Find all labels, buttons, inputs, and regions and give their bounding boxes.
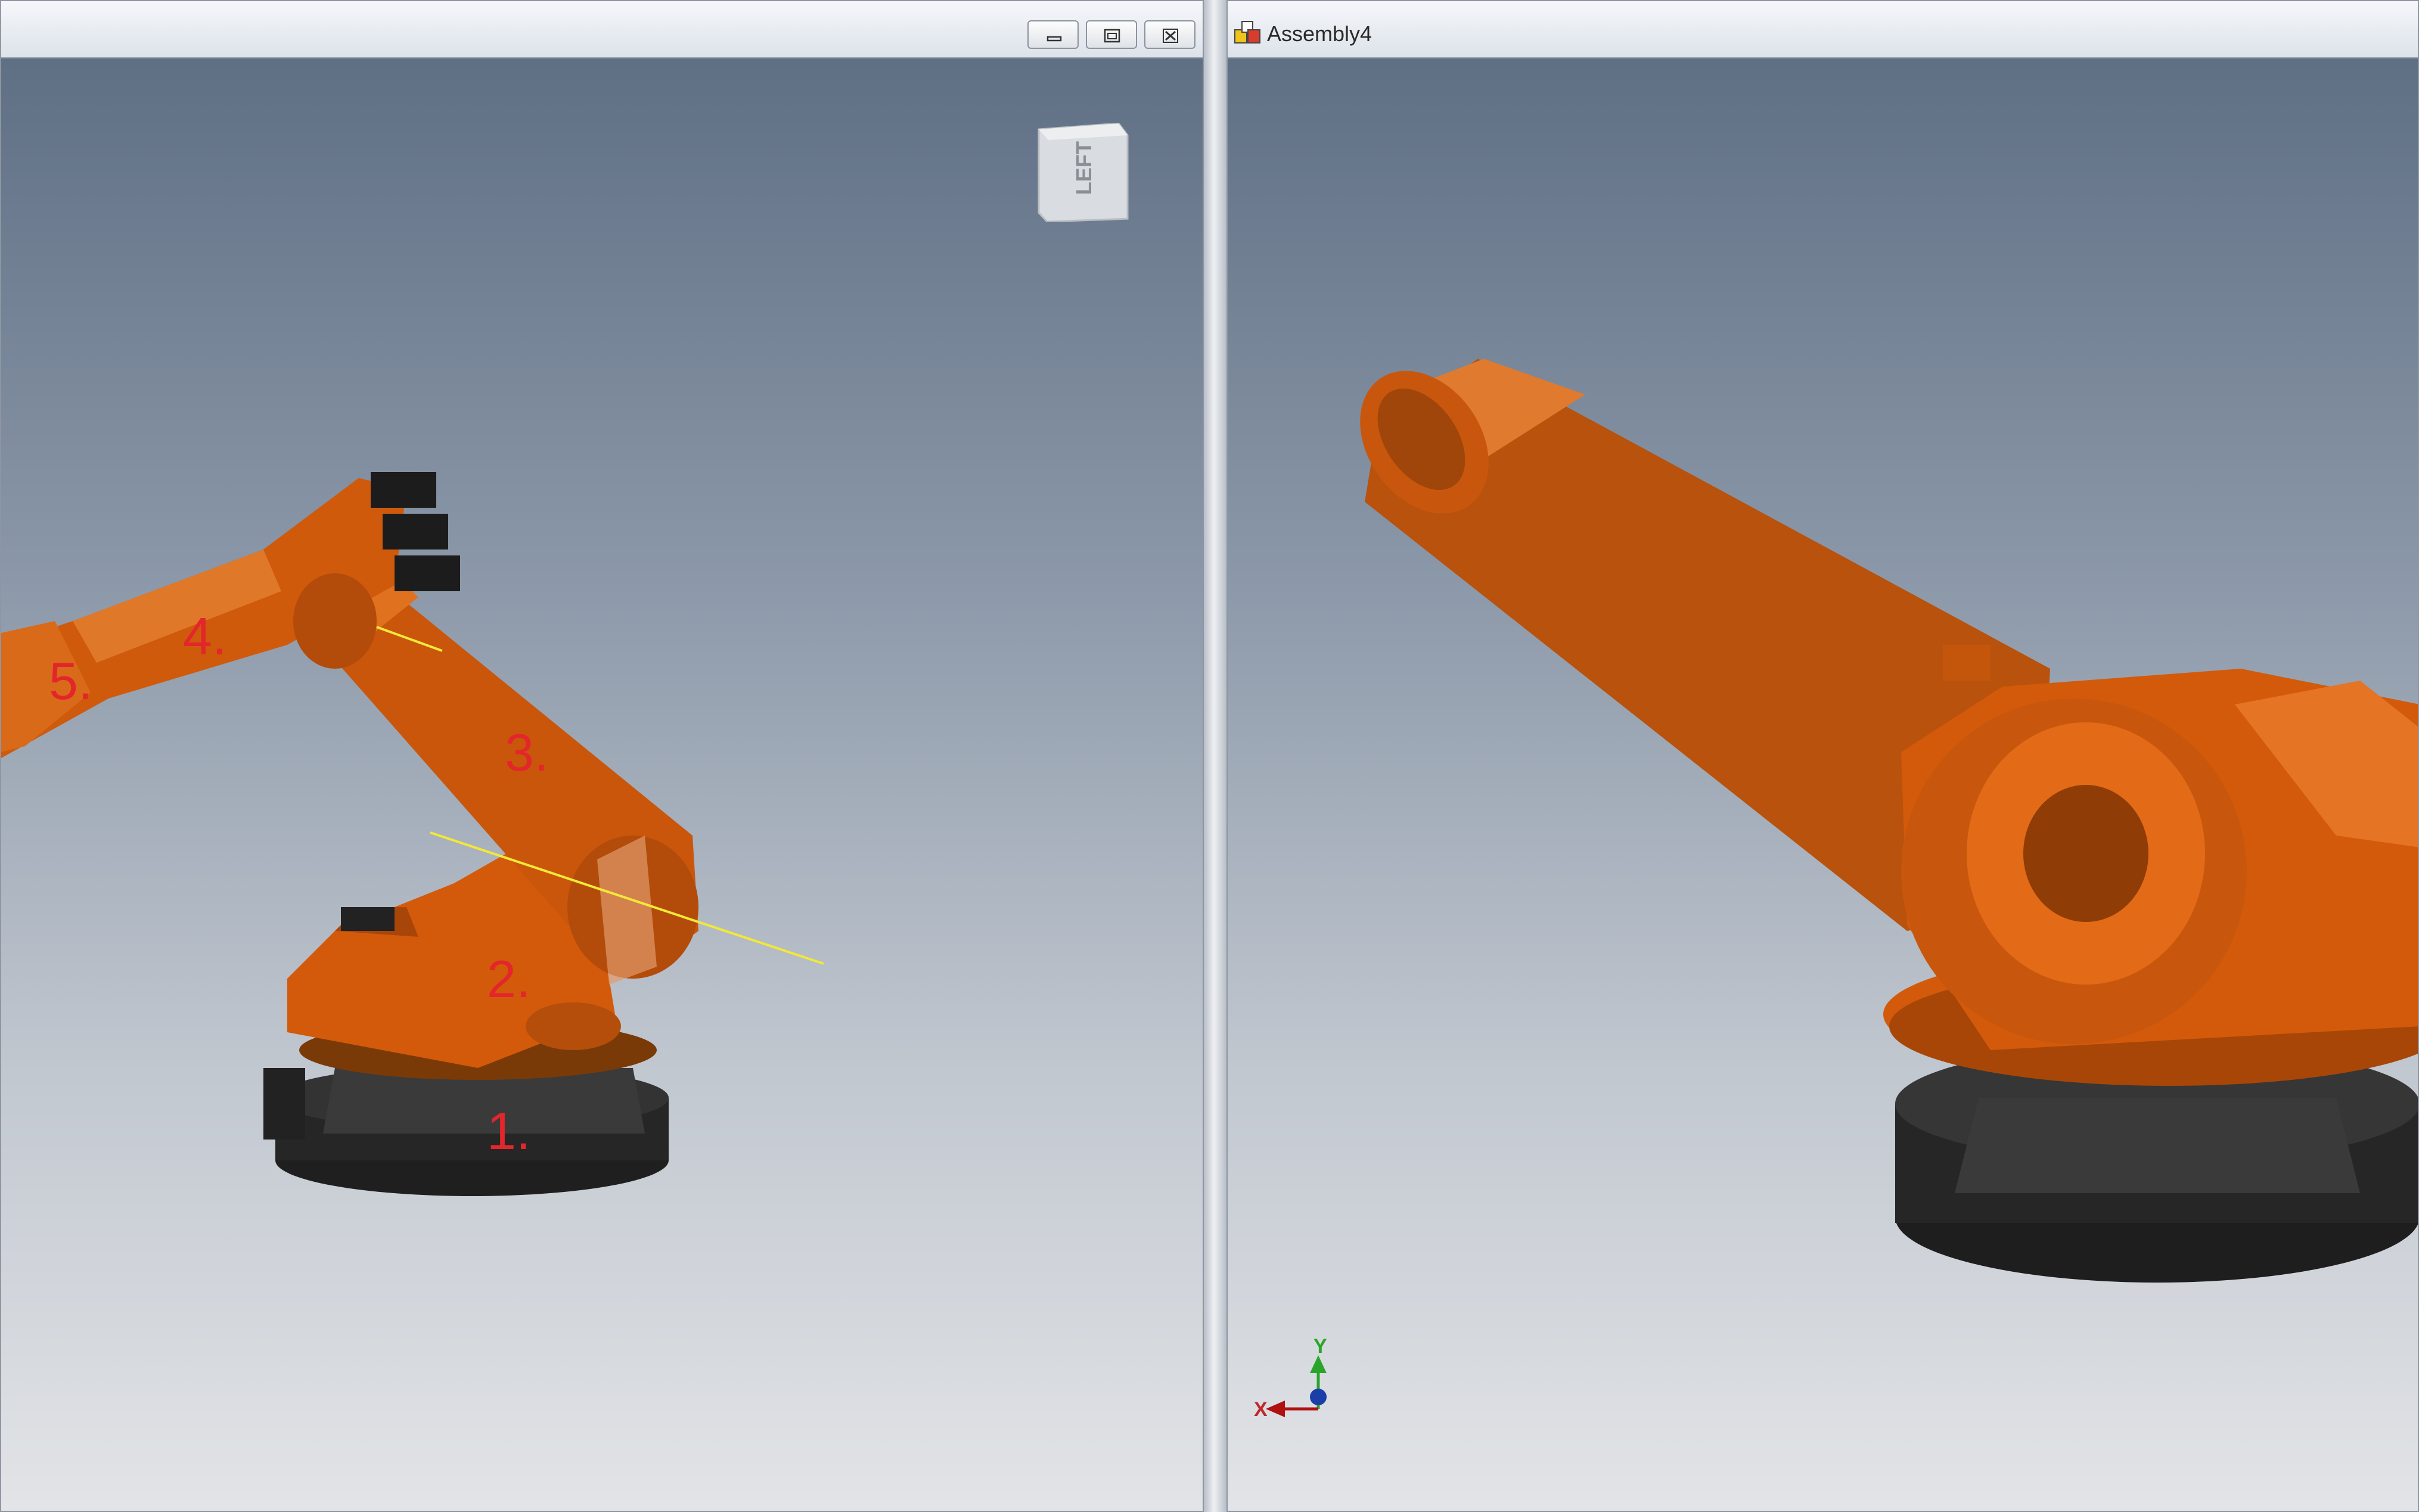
callout-5: 5. (49, 651, 93, 710)
callout-3: 3. (505, 723, 549, 782)
triad-x-label: X (1254, 1398, 1268, 1421)
left-robot-model[interactable] (1, 1, 1204, 1512)
callout-4: 4. (183, 607, 227, 666)
triad-y-label: Y (1313, 1335, 1327, 1358)
callout-2: 2. (487, 949, 531, 1008)
right-viewport-window: Assembly4 Y X (1226, 0, 2419, 1512)
viewport-splitter[interactable] (1204, 0, 1226, 1512)
view-cube-label: LEFT (1072, 141, 1096, 195)
coordinate-triad (1266, 1355, 1327, 1417)
callout-1: 1. (487, 1101, 531, 1160)
left-viewport-window: LEFT 1. 2. 3. 4. 5. (0, 0, 1204, 1512)
